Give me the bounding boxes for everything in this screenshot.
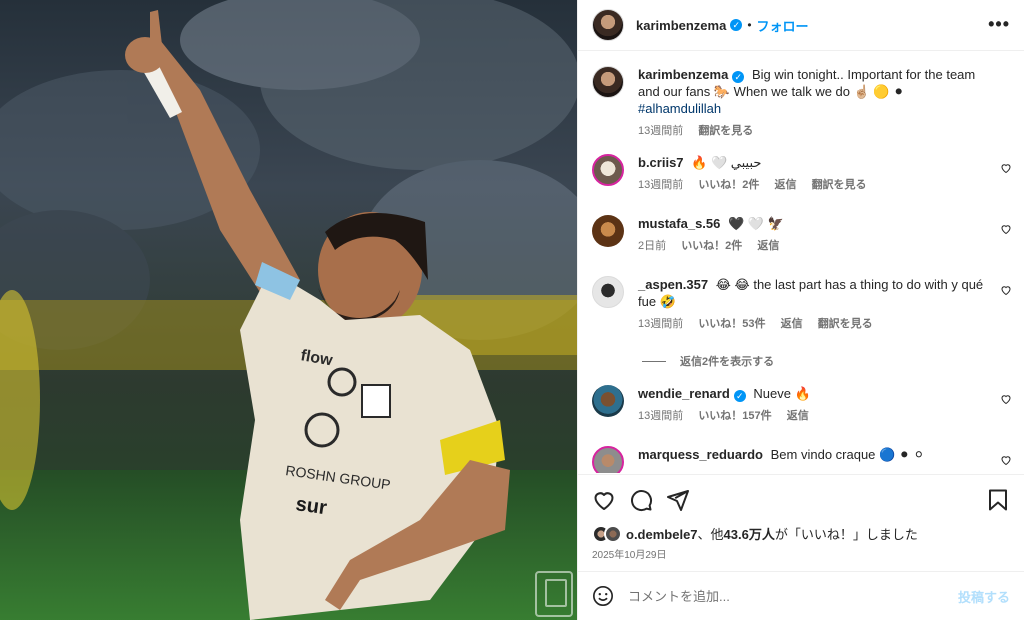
add-comment-bar: 投稿する [578,571,1024,620]
author-username[interactable]: karimbenzema [636,18,726,33]
reply-button[interactable]: 返信 [757,240,779,252]
verified-badge-icon: ✓ [730,19,743,31]
send-icon[interactable] [666,488,690,512]
author-avatar[interactable] [592,9,624,41]
commenter-avatar[interactable] [592,385,624,417]
verified-badge-icon: ✓ [732,71,745,83]
post-comment-button[interactable]: 投稿する [958,587,1010,606]
comment-text: 🔥 🤍 حبيبي [691,155,762,170]
comment-time: 13週間前 [638,318,684,330]
comments-list[interactable]: karimbenzema ✓ Big win tonight.. Importan… [578,52,1024,473]
comment-like-heart-icon[interactable] [1000,454,1012,466]
likes-mid: 、他 [697,527,724,542]
reply-button[interactable]: 返信 [787,410,809,422]
comment-username[interactable]: _aspen.357 [638,277,708,292]
comment-text: Nueve 🔥 [753,386,811,401]
comment-item: b.criis7 🔥 🤍 حبيبي 13週間前 いいね！2件 返信 翻訳を見る [592,154,1012,194]
translate-link[interactable]: 翻訳を見る [818,318,873,330]
caption: karimbenzema ✓ Big win tonight.. Importan… [592,66,1012,140]
bookmark-icon[interactable] [986,488,1010,512]
translate-link[interactable]: 翻訳を見る [698,125,753,137]
commenter-avatar[interactable] [592,276,624,308]
view-replies-button[interactable]: 返信2件を表示する [642,353,774,369]
comment-time: 13週間前 [638,410,684,422]
hashtag-link[interactable]: #alhamdulillah [638,100,994,117]
liker-avatar[interactable] [604,524,622,543]
comment-like-heart-icon[interactable] [1000,393,1012,405]
comment-likes[interactable]: いいね！53件 [698,318,765,330]
caption-avatar[interactable] [592,66,624,98]
commenter-avatar[interactable] [592,446,624,473]
reply-button[interactable]: 返信 [781,318,803,330]
post-photo[interactable]: flow ROSHN GROUP sur [0,0,577,620]
likes-summary: o.dembele7、他43.6万人が「いいね！」しました [592,524,918,543]
header-separator: • [747,18,752,32]
reply-button[interactable]: 返信 [775,179,797,191]
comment-likes[interactable]: いいね！2件 [681,240,742,252]
more-icon[interactable]: ••• [988,14,1010,35]
comment-like-heart-icon[interactable] [1000,162,1012,174]
comment-text: Bem vindo craque 🔵 ⚫ ⚪ [770,447,925,462]
comment-item: mustafa_s.56 🖤 🤍 🦅 2日前 いいね！2件 返信 [592,215,1012,255]
comment-username[interactable]: wendie_renard [638,386,730,401]
comment-like-heart-icon[interactable] [1000,223,1012,235]
verified-badge-icon: ✓ [733,390,746,402]
club-watermark-icon [535,571,573,617]
replies-divider [642,360,666,362]
comment-like-heart-icon[interactable] [1000,284,1012,296]
comment-text: 🖤 🤍 🦅 [728,216,784,231]
comment-item: marquess_reduardo Bem vindo craque 🔵 ⚫ ⚪ [592,446,1012,473]
football-player-illustration: flow ROSHN GROUP sur [0,0,577,620]
commenter-avatar[interactable] [592,154,624,186]
svg-text:sur: sur [294,493,328,519]
caption-username[interactable]: karimbenzema [638,67,728,82]
heart-icon[interactable] [592,488,616,512]
action-bar [578,474,1024,524]
comment-username[interactable]: mustafa_s.56 [638,216,720,231]
liker-username[interactable]: o.dembele7 [626,527,698,542]
comment-username[interactable]: b.criis7 [638,155,684,170]
likes-suffix: が「いいね！」しました [774,527,918,542]
comment-item: wendie_renard ✓ Nueve 🔥 13週間前 いいね！157件 返信 [592,385,1012,425]
caption-time[interactable]: 13週間前 [638,125,683,137]
follow-button[interactable]: フォロー [757,16,809,35]
comment-likes[interactable]: いいね！2件 [698,179,759,191]
comment-input[interactable] [628,588,958,604]
commenter-avatar[interactable] [592,215,624,247]
comment-icon[interactable] [629,488,653,512]
comment-likes[interactable]: いいね！157件 [698,410,771,422]
comment-time: 2日前 [638,240,667,252]
comment-item: _aspen.357 😂 😂 the last part has a thing… [592,276,1012,333]
likes-text[interactable]: o.dembele7、他43.6万人が「いいね！」しました [626,524,918,543]
view-replies-label: 返信2件を表示する [680,356,775,368]
post-date[interactable]: 2025年10月29日 [592,546,667,561]
comment-time: 13週間前 [638,179,684,191]
comment-username[interactable]: marquess_reduardo [638,447,763,462]
translate-link[interactable]: 翻訳を見る [812,179,867,191]
emoji-icon[interactable] [592,585,614,607]
post-header: karimbenzema ✓ • フォロー ••• [578,0,1024,51]
instagram-post-view: flow ROSHN GROUP sur karimbenzema ✓ • フォ… [0,0,1024,620]
post-panel: karimbenzema ✓ • フォロー ••• karimbenzema ✓ … [577,0,1024,620]
likes-count[interactable]: 43.6万人 [724,527,775,542]
